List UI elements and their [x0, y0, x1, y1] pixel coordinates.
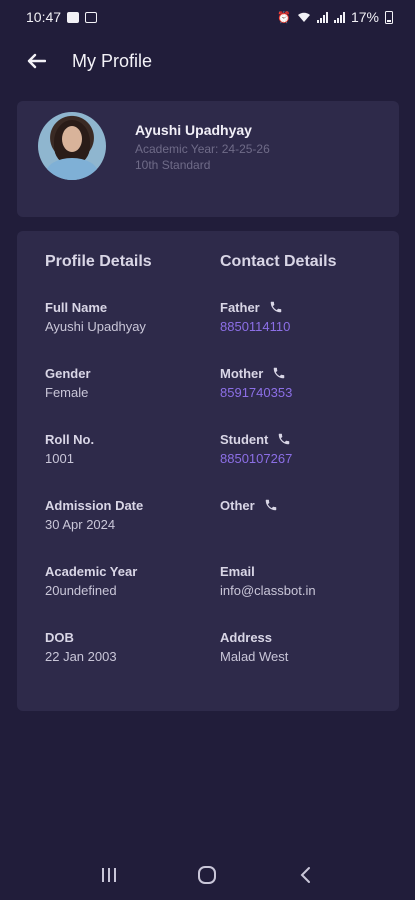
home-icon [198, 866, 217, 884]
gallery-icon [85, 11, 98, 23]
student-name: Ayushi Upadhyay [135, 122, 252, 138]
phone-icon[interactable] [272, 366, 286, 380]
email-field: Email info@classbot.in [220, 563, 316, 599]
status-bar: 10:47 ⏰ 17% [0, 0, 415, 34]
field-label: Gender [45, 365, 91, 381]
full-name-field: Full Name Ayushi Upadhyay [45, 299, 146, 335]
dob-field: DOB 22 Jan 2003 [45, 629, 117, 665]
arrow-left-icon [27, 53, 46, 69]
field-label: Full Name [45, 299, 108, 315]
details-card: Profile Details Contact Details Full Nam… [17, 231, 399, 711]
wifi-icon [297, 12, 311, 23]
field-value: 1001 [45, 451, 74, 466]
app-bar: My Profile [0, 44, 415, 78]
field-label: Mother [220, 365, 264, 381]
page-title: My Profile [72, 50, 153, 71]
signal-2-icon [333, 11, 345, 23]
contact-details-heading: Contact Details [220, 253, 337, 270]
field-label: DOB [45, 629, 74, 645]
status-time: 10:47 [26, 9, 62, 25]
mother-phone-link[interactable]: 8591740353 [220, 385, 292, 400]
phone-icon[interactable] [277, 432, 291, 446]
phone-icon[interactable] [269, 300, 283, 314]
status-right: ⏰ 17% [277, 9, 393, 25]
field-label: Email [220, 563, 255, 579]
father-contact-field: Father 8850114110 [220, 299, 290, 335]
signal-1-icon [316, 11, 328, 23]
address-field: Address Malad West [220, 629, 289, 665]
student-academic-year: Academic Year: 24-25-26 [135, 142, 270, 156]
field-label: Address [220, 629, 273, 645]
roll-no-field: Roll No. 1001 [45, 431, 95, 467]
student-contact-field: Student 8850107267 [220, 431, 292, 467]
field-label: Roll No. [45, 431, 95, 447]
field-value: Female [45, 385, 89, 400]
system-nav-bar [0, 850, 415, 900]
student-phone-link[interactable]: 8850107267 [220, 451, 292, 466]
field-label: Student [220, 431, 269, 447]
field-value: 30 Apr 2024 [45, 517, 116, 532]
battery-icon [385, 10, 393, 24]
phone-icon[interactable] [264, 498, 278, 512]
chevron-left-icon [300, 867, 310, 883]
field-label-row: Other [220, 497, 278, 513]
academic-year-field: Academic Year 20undefined [45, 563, 138, 599]
home-button[interactable] [187, 857, 227, 893]
field-label: Other [220, 497, 255, 513]
recents-icon [102, 868, 117, 882]
alarm-icon: ⏰ [277, 11, 291, 24]
notification-icon [67, 11, 80, 23]
battery-percent: 17% [350, 9, 379, 25]
mother-contact-field: Mother 8591740353 [220, 365, 292, 401]
field-label: Academic Year [45, 563, 138, 579]
field-label-row: Father [220, 299, 290, 315]
back-button[interactable] [16, 44, 56, 78]
student-standard: 10th Standard [135, 158, 211, 172]
field-value: 20undefined [45, 583, 117, 598]
admission-date-field: Admission Date 30 Apr 2024 [45, 497, 144, 533]
profile-details-heading: Profile Details [45, 253, 152, 270]
father-phone-link[interactable]: 8850114110 [220, 319, 290, 334]
field-label-row: Student [220, 431, 292, 447]
profile-card: Ayushi Upadhyay Academic Year: 24-25-26 … [17, 101, 399, 217]
status-left: 10:47 [26, 9, 98, 25]
other-contact-field: Other [220, 497, 278, 517]
field-value: 22 Jan 2003 [45, 649, 117, 664]
system-back-button[interactable] [286, 857, 326, 893]
field-value: Malad West [220, 649, 289, 664]
field-label: Father [220, 299, 260, 315]
recents-button[interactable] [89, 857, 129, 893]
gender-field: Gender Female [45, 365, 91, 401]
avatar [38, 112, 106, 180]
field-value: info@classbot.in [220, 583, 316, 598]
field-label: Admission Date [45, 497, 144, 513]
field-value: Ayushi Upadhyay [45, 319, 146, 334]
field-label-row: Mother [220, 365, 292, 381]
